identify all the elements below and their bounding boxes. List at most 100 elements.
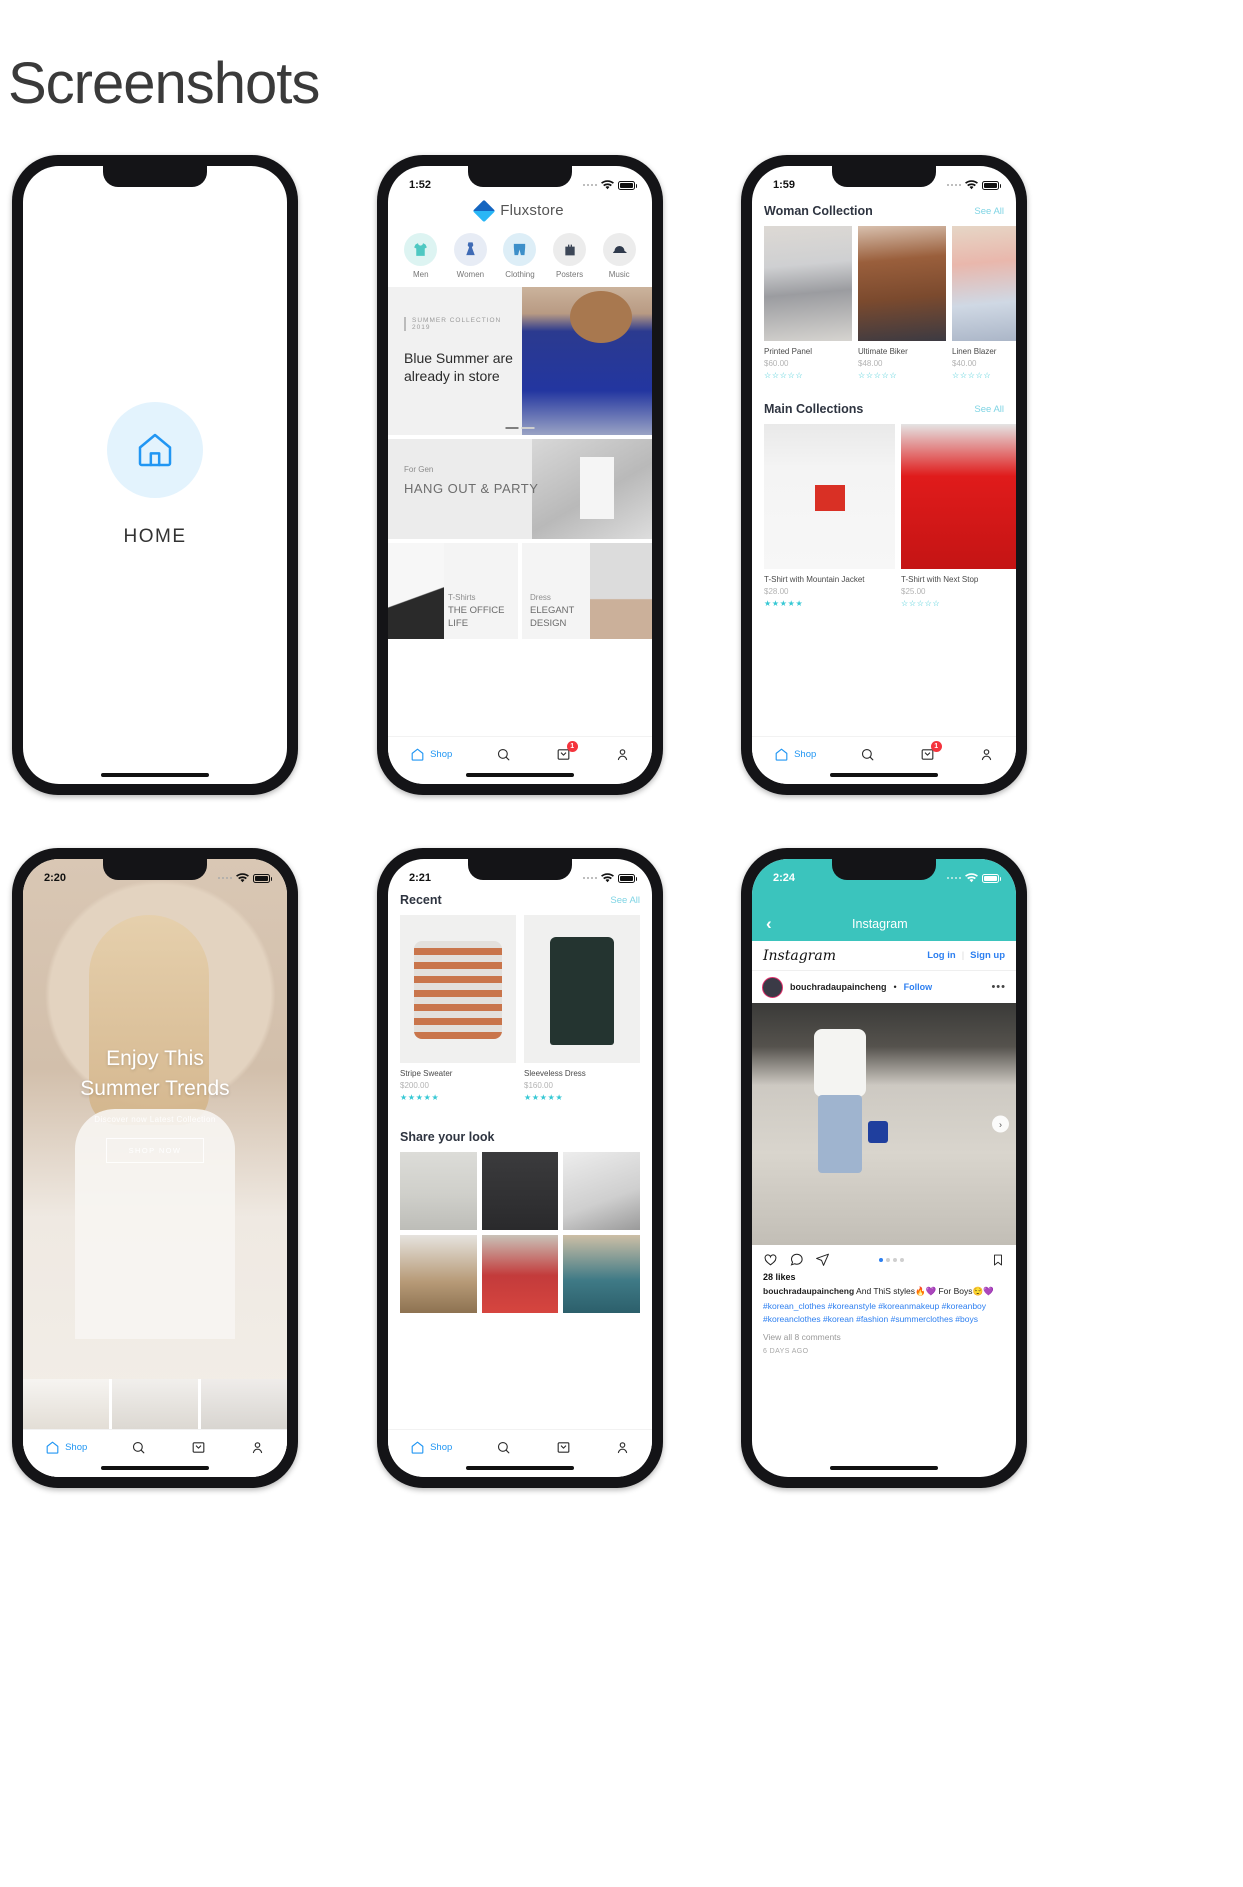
phone-mockup-2: 1:52 Fluxstore Men Women Clothing Poster… — [377, 155, 663, 795]
product-row-main[interactable]: T-Shirt with Mountain Jacket $28.00 ★★★★… — [752, 424, 1016, 608]
look-item[interactable] — [400, 1235, 477, 1313]
battery-icon — [982, 873, 1001, 883]
follow-button[interactable]: Follow — [904, 982, 933, 992]
look-item[interactable] — [563, 1152, 640, 1230]
look-item[interactable] — [481, 1235, 559, 1313]
category-music[interactable]: Music — [595, 233, 643, 279]
nav-cart[interactable] — [556, 1440, 571, 1455]
share-your-look-grid — [388, 1152, 652, 1313]
nav-shop[interactable]: Shop — [410, 1440, 452, 1455]
view-comments-link[interactable]: View all 8 comments — [752, 1327, 1016, 1344]
product-row-woman[interactable]: Printed Panel $60.00 ☆☆☆☆☆ Ultimate Bike… — [752, 226, 1016, 380]
category-row: Men Women Clothing Posters Music — [388, 229, 652, 287]
caption-text: And ThiS styles🔥💜 For Boys😌💜 — [854, 1286, 994, 1296]
shop-now-button[interactable]: SHOP NOW — [105, 1137, 205, 1163]
notch — [103, 166, 207, 187]
product-card[interactable]: T-Shirt with Mountain Jacket $28.00 ★★★★… — [764, 424, 895, 608]
category-label: Music — [608, 270, 630, 279]
product-price: $60.00 — [764, 359, 789, 368]
phone1-screen: HOME — [23, 166, 287, 784]
see-all-link[interactable]: See All — [974, 404, 1004, 415]
thumbnail[interactable] — [201, 1379, 287, 1429]
status-time: 2:24 — [773, 872, 796, 884]
product-card[interactable]: T-Shirt with Next Stop $25.00 ☆☆☆☆☆ — [901, 424, 1016, 608]
notch — [832, 166, 936, 187]
dress-icon — [453, 233, 487, 266]
nav-shop-label: Shop — [430, 1442, 453, 1453]
nav-profile[interactable] — [615, 747, 630, 762]
nav-profile[interactable] — [250, 1440, 265, 1455]
category-men[interactable]: Men — [397, 233, 445, 279]
thumbnail[interactable] — [112, 1379, 198, 1429]
section-header-share: Share your look — [388, 1126, 652, 1152]
more-options-icon[interactable]: ••• — [991, 981, 1006, 993]
hero-banner[interactable]: SUMMER COLLECTION 2019 Blue Summer are a… — [388, 287, 652, 435]
avatar[interactable] — [762, 976, 783, 998]
search-icon — [131, 1440, 146, 1455]
banner2-photo-detail — [580, 457, 614, 519]
shorts-icon — [503, 233, 537, 266]
nav-search[interactable] — [496, 747, 511, 762]
category-posters[interactable]: Posters — [546, 233, 594, 279]
separator-dot: • — [893, 982, 897, 992]
category-clothing[interactable]: Clothing — [496, 233, 544, 279]
nav-search[interactable] — [860, 747, 875, 762]
product-card[interactable]: Sleeveless Dress $160.00 ★★★★★ — [524, 915, 640, 1102]
nav-shop[interactable]: Shop — [410, 747, 452, 762]
product-card[interactable]: Stripe Sweater $200.00 ★★★★★ — [400, 915, 516, 1102]
product-image — [764, 226, 852, 341]
product-card[interactable]: Ultimate Biker $48.00 ☆☆☆☆☆ — [858, 226, 946, 380]
nav-shop[interactable]: Shop — [45, 1440, 87, 1455]
look-item[interactable] — [563, 1235, 640, 1313]
status-time: 1:59 — [773, 179, 796, 191]
signal-icon — [217, 876, 232, 880]
nav-cart[interactable]: 1 — [920, 741, 942, 762]
see-all-link[interactable]: See All — [610, 895, 640, 906]
nav-profile[interactable] — [979, 747, 994, 762]
home-indicator — [830, 773, 938, 777]
search-icon — [860, 747, 875, 762]
secondary-banner[interactable]: For Gen HANG OUT & PARTY — [388, 439, 652, 539]
see-all-link[interactable]: See All — [974, 206, 1004, 217]
post-hashtags[interactable]: #korean_clothes #koreanstyle #koreanmake… — [752, 1298, 1016, 1327]
notch — [468, 859, 572, 880]
post-photo[interactable]: › — [752, 1003, 1016, 1245]
look-item[interactable] — [481, 1152, 559, 1230]
nav-cart[interactable]: 1 — [556, 741, 578, 762]
tile-dress[interactable]: Dress ELEGANT DESIGN — [522, 543, 652, 639]
phone-mockup-5: 2:21 Recent See All Stripe Sweater $200.… — [377, 848, 663, 1488]
nav-shop[interactable]: Shop — [774, 747, 816, 762]
product-card[interactable]: Linen Blazer $40.00 ☆☆☆☆☆ — [952, 226, 1016, 380]
carousel-dots[interactable] — [505, 427, 535, 429]
look-item[interactable] — [400, 1152, 477, 1230]
category-women[interactable]: Women — [446, 233, 494, 279]
hero-line1: Enjoy This — [106, 1047, 204, 1070]
cart-icon — [191, 1440, 206, 1455]
instagram-navbar: ‹ Instagram — [752, 907, 1016, 941]
caption-username[interactable]: bouchradaupaincheng — [763, 1286, 854, 1296]
product-price: $25.00 — [901, 587, 926, 596]
like-icon[interactable] — [763, 1252, 778, 1267]
tile-tshirts[interactable]: T-Shirts THE OFFICE LIFE — [388, 543, 518, 639]
person-icon — [615, 1440, 630, 1455]
nav-search[interactable] — [496, 1440, 511, 1455]
post-username[interactable]: bouchradaupaincheng — [790, 982, 887, 992]
nav-search[interactable] — [131, 1440, 146, 1455]
bookmark-icon[interactable] — [991, 1253, 1005, 1267]
home-indicator — [466, 1466, 574, 1470]
notch — [468, 166, 572, 187]
login-link[interactable]: Log in — [927, 950, 956, 961]
person-icon — [250, 1440, 265, 1455]
next-photo-icon[interactable]: › — [992, 1115, 1009, 1133]
wifi-icon — [601, 873, 614, 883]
product-name: Linen Blazer — [952, 347, 997, 356]
signup-link[interactable]: Sign up — [970, 950, 1005, 961]
thumbnail-strip[interactable] — [23, 1379, 287, 1429]
comment-icon[interactable] — [789, 1252, 804, 1267]
home-indicator — [830, 1466, 938, 1470]
nav-profile[interactable] — [615, 1440, 630, 1455]
nav-cart[interactable] — [191, 1440, 206, 1455]
share-icon[interactable] — [815, 1252, 830, 1267]
product-card[interactable]: Printed Panel $60.00 ☆☆☆☆☆ — [764, 226, 852, 380]
thumbnail[interactable] — [23, 1379, 109, 1429]
